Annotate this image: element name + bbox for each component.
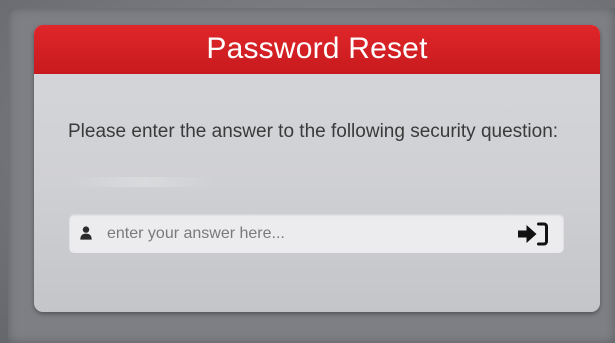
answer-input[interactable] [107, 214, 497, 253]
answer-field[interactable] [69, 214, 564, 253]
sign-in-icon [518, 222, 548, 246]
submit-answer-button[interactable] [516, 221, 550, 247]
security-question-prompt: Please enter the answer to the following… [68, 121, 559, 142]
user-icon [80, 226, 92, 240]
password-reset-card: Password Reset Please enter the answer t… [34, 25, 600, 312]
card-header: Password Reset [34, 25, 600, 74]
security-question-text [68, 177, 216, 187]
page-title: Password Reset [206, 32, 428, 65]
